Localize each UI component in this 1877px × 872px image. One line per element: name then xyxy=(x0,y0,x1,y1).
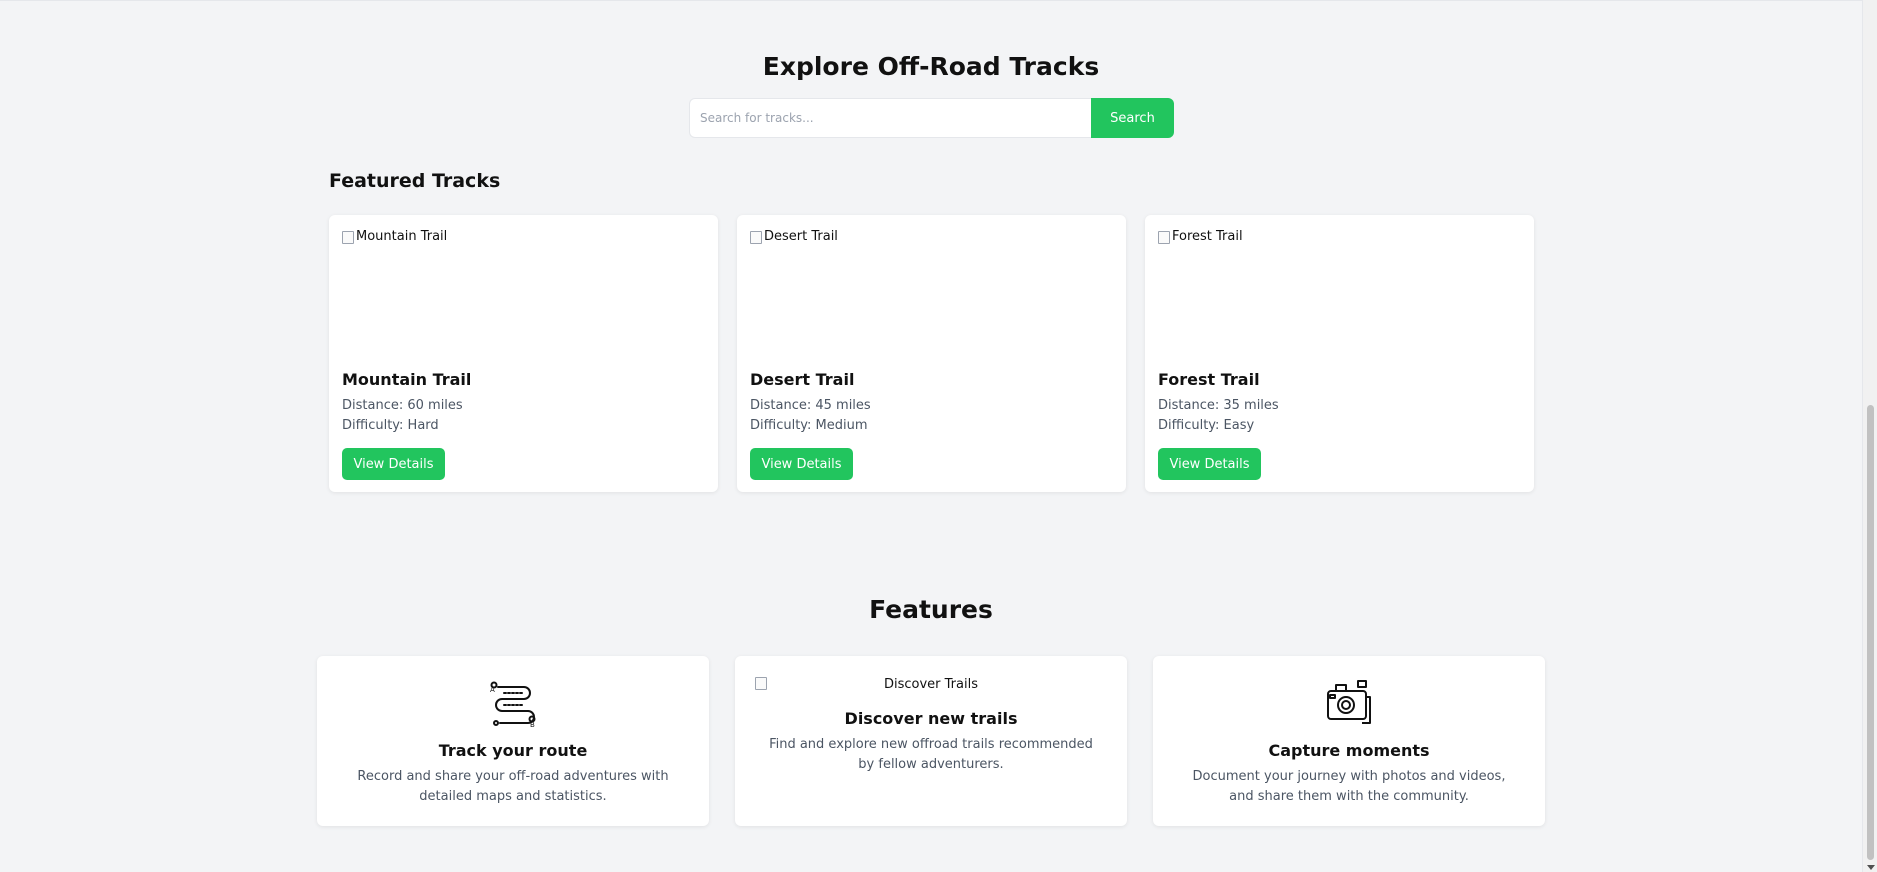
track-image-alt: Desert Trail xyxy=(764,229,838,244)
route-icon: A B xyxy=(490,681,536,727)
broken-image-icon xyxy=(750,231,762,244)
track-difficulty: Difficulty: Medium xyxy=(750,418,868,433)
track-image: Desert Trail xyxy=(750,229,1110,349)
svg-text:B: B xyxy=(530,721,535,727)
track-title: Forest Trail xyxy=(1158,370,1260,389)
scroll-down-arrow-icon[interactable] xyxy=(1867,865,1875,870)
feature-description: Record and share your off-road adventure… xyxy=(357,769,669,804)
feature-image-alt: Discover Trails xyxy=(883,677,978,692)
track-title: Mountain Trail xyxy=(342,370,472,389)
featured-tracks-heading: Featured Tracks xyxy=(329,170,501,192)
track-card-forest: Forest Trail Forest Trail Distance: 35 m… xyxy=(1145,215,1534,492)
feature-description: Document your journey with photos and vi… xyxy=(1192,769,1506,804)
scrollbar-thumb[interactable] xyxy=(1867,405,1874,860)
search-button[interactable]: Search xyxy=(1091,98,1174,138)
svg-text:A: A xyxy=(490,686,495,694)
feature-card-capture-moments: Capture moments Document your journey wi… xyxy=(1153,656,1545,826)
track-image-alt: Mountain Trail xyxy=(356,229,448,244)
track-difficulty: Difficulty: Easy xyxy=(1158,418,1255,433)
track-card-mountain: Mountain Trail Mountain Trail Distance: … xyxy=(329,215,718,492)
track-difficulty: Difficulty: Hard xyxy=(342,418,439,433)
search-bar: Search xyxy=(689,98,1174,138)
feature-title: Discover new trails xyxy=(844,709,1018,728)
track-distance: Distance: 35 miles xyxy=(1158,398,1279,413)
camera-icon xyxy=(1327,680,1371,724)
track-distance: Distance: 60 miles xyxy=(342,398,463,413)
track-distance: Distance: 45 miles xyxy=(750,398,871,413)
track-card-desert: Desert Trail Desert Trail Distance: 45 m… xyxy=(737,215,1126,492)
features-title: Features xyxy=(869,595,993,624)
broken-image-icon xyxy=(755,677,767,690)
track-image: Mountain Trail xyxy=(342,229,702,349)
feature-card-track-route: A B Track your route Record and share yo… xyxy=(317,656,709,826)
feature-card-discover-trails: Discover Trails Discover new trails Find… xyxy=(735,656,1127,826)
feature-title: Track your route xyxy=(438,741,588,760)
broken-image-icon xyxy=(1158,231,1170,244)
feature-image: Discover Trails xyxy=(755,677,1107,692)
main-content: Explore Off-Road Tracks Search Featured … xyxy=(0,0,1862,872)
feature-description: Find and explore new offroad trails reco… xyxy=(769,737,1093,772)
track-image-alt: Forest Trail xyxy=(1172,229,1243,244)
view-details-button[interactable]: View Details xyxy=(750,448,853,480)
broken-image-icon xyxy=(342,231,354,244)
feature-title: Capture moments xyxy=(1268,741,1430,760)
search-input[interactable] xyxy=(689,98,1091,138)
track-image: Forest Trail xyxy=(1158,229,1518,349)
vertical-scrollbar[interactable] xyxy=(1862,0,1877,872)
explore-title: Explore Off-Road Tracks xyxy=(762,52,1100,81)
track-title: Desert Trail xyxy=(750,370,855,389)
view-details-button[interactable]: View Details xyxy=(1158,448,1261,480)
view-details-button[interactable]: View Details xyxy=(342,448,445,480)
